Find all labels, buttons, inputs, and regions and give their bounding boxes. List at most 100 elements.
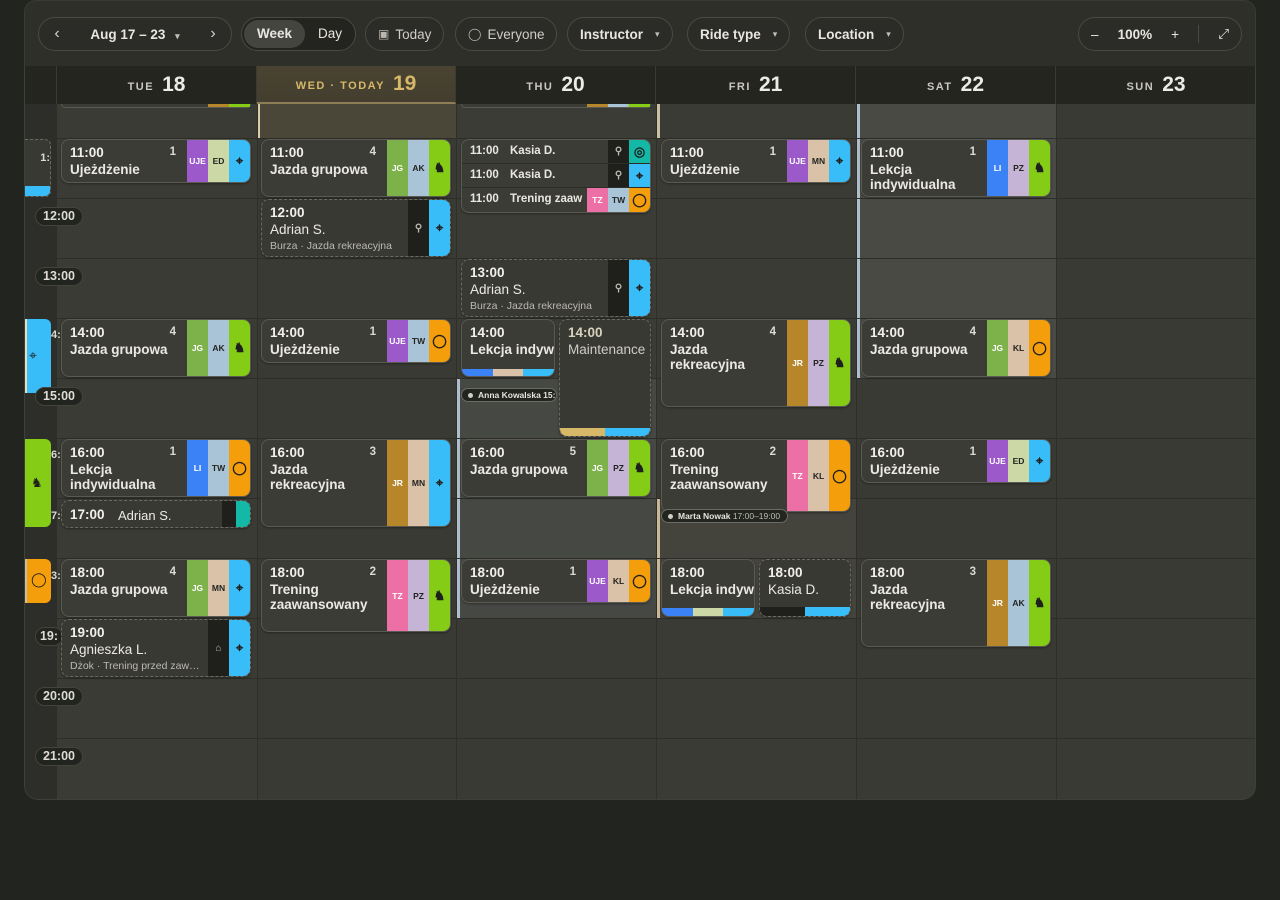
ride-color-bar — [208, 104, 250, 107]
day-header-thu[interactable]: THU 20 — [456, 66, 656, 104]
event-card[interactable]: 16:00 5 Jazda grupowa JG PZ ♞ — [461, 439, 651, 497]
ride-type-filter[interactable]: Ride type ▾ — [687, 17, 791, 51]
event-subtitle: Dżok · Trening przed zaw… — [70, 660, 200, 672]
event-card[interactable]: 16:00 3 Jazda rekreacyjna JR MN ⌖ — [261, 439, 451, 527]
event-card[interactable]: 17:00 Adrian S. — [61, 500, 251, 528]
event-card[interactable]: 16:00 1 Ujeżdżenie UJE ED ⌖ — [861, 439, 1051, 483]
ride-type-tag: LI — [187, 440, 208, 496]
day-header-sun[interactable]: SUN 23 — [1056, 66, 1255, 104]
event-title: Agnieszka L. — [70, 642, 148, 657]
rider-time-range: 17:00–19:00 — [732, 511, 781, 521]
target-icon: ◎ — [633, 143, 646, 159]
time-label-1900: 19: — [35, 627, 63, 646]
event-card[interactable]: 16:00 1 Lekcja indywidualna LI TW ◯ — [61, 439, 251, 497]
location-pin-icon: ⌖ — [635, 167, 644, 183]
stacked-event-row[interactable]: 11:00 Kasia D. ⚲ ◎ — [462, 140, 650, 164]
event-title: Ujeżdżenie — [270, 342, 340, 357]
stacked-event-row[interactable]: 11:00 Kasia D. ⚲ ⌖ — [462, 164, 650, 188]
instructor-tag: TW — [408, 320, 429, 362]
event-card[interactable]: 18:00 4 Jazda grupowa JG MN ⌖ — [61, 559, 251, 617]
chevron-left-icon[interactable]: ‹ — [39, 25, 75, 43]
expand-icon[interactable]: ⤢ — [1218, 26, 1229, 42]
participant-count: 2 — [769, 446, 776, 458]
event-card[interactable]: 13:00 Adrian S. Burza · Jazda rekreacyjn… — [461, 259, 651, 317]
event-time: 14:00 — [470, 325, 505, 340]
circle-icon: ◯ — [432, 333, 447, 348]
event-card[interactable]: 14:00 1 Ujeżdżenie UJE TW ◯ — [261, 319, 451, 363]
event-card-partial[interactable]: ⌖ — [25, 319, 51, 393]
participant-count: 4 — [169, 566, 176, 578]
event-card-partial[interactable]: ♞ — [25, 439, 51, 527]
view-day-button[interactable]: Day — [305, 20, 355, 48]
event-card[interactable]: 11:00 1 Ujeżdżenie UJE ED ⌖ — [61, 139, 251, 183]
participant-count: 4 — [369, 146, 376, 158]
event-stack[interactable]: 11:00 Kasia D. ⚲ ◎ 11:00 Kasia D. ⚲ ⌖ 11:00 Tre… — [461, 139, 651, 213]
event-title: Kasia D. — [510, 169, 556, 181]
event-title: Ujeżdżenie — [470, 582, 540, 597]
day-header-tue[interactable]: TUE 18 — [57, 66, 257, 104]
location-filter[interactable]: Location ▾ — [805, 17, 904, 51]
ride-type-tag: JG — [987, 320, 1008, 376]
instructor-filter[interactable]: Instructor ▾ — [567, 17, 673, 51]
event-time: 16:00 — [270, 445, 305, 460]
rider-availability-pill[interactable]: Anna Kowalska 15: — [461, 388, 557, 402]
ride-type-tag: TZ — [787, 440, 808, 511]
ride-type-tag: UJE — [187, 140, 208, 182]
today-label: Today — [395, 26, 432, 42]
day-header-wed-today[interactable]: WED · TODAY 19 — [257, 66, 456, 104]
divider — [1198, 25, 1200, 43]
ride-color-bar — [462, 369, 554, 376]
ride-type-label: Ride type — [700, 26, 761, 42]
event-card-partial[interactable]: ◯ — [25, 559, 51, 603]
today-button[interactable]: ▣ Today — [365, 17, 445, 51]
day-header-fri[interactable]: FRI 21 — [656, 66, 856, 104]
event-card[interactable]: 11:00 1 Lekcja indywidualna LI PZ ♞ — [861, 139, 1051, 197]
event-card[interactable]: 18:00 Kasia D. — [759, 559, 851, 617]
event-time: 14:00 — [870, 325, 905, 340]
event-card[interactable]: 18:00 1 Ujeżdżenie UJE KL ◯ — [461, 559, 651, 603]
event-subtitle: Burza · Jazda rekreacyjna — [270, 240, 392, 252]
event-card-partial[interactable] — [61, 104, 251, 108]
day-header-sat[interactable]: SAT 22 — [856, 66, 1056, 104]
event-time: 18:00 — [70, 565, 105, 580]
event-card[interactable]: 12:00 Adrian S. Burza · Jazda rekreacyjn… — [261, 199, 451, 257]
event-card-partial[interactable] — [461, 104, 651, 108]
view-week-button[interactable]: Week — [244, 20, 306, 48]
stacked-event-row[interactable]: 11:00 Trening zaaw TZ TW ◯ — [462, 188, 650, 212]
instructor-tag: MN — [208, 560, 229, 616]
day-number: 19 — [392, 72, 417, 95]
event-card[interactable]: 16:00 2 Trening zaawansowany TZ KL ◯ — [661, 439, 851, 512]
zoom-out-button[interactable]: – — [1091, 27, 1099, 42]
date-range-picker[interactable]: Aug 17 – 23 ▾ — [75, 27, 195, 42]
participant-count: 1 — [569, 566, 576, 578]
person-icon: ⚲ — [608, 140, 629, 163]
hour-line — [25, 738, 1255, 739]
participant-count: 1 — [169, 446, 176, 458]
event-card[interactable]: 18:00 Lekcja indywidualn — [661, 559, 755, 617]
participant-count: 4 — [769, 326, 776, 338]
location-pin-icon: ⌖ — [1035, 453, 1044, 468]
event-card[interactable]: 14:00 4 Jazda rekreacyjna JR PZ ♞ — [661, 319, 851, 407]
event-card[interactable]: 11:00 4 Jazda grupowa JG AK ♞ — [261, 139, 451, 197]
maintenance-block[interactable]: 14:00 Maintenance — [559, 319, 651, 437]
zoom-in-button[interactable]: + — [1171, 27, 1179, 42]
partial-time: 6: — [51, 449, 61, 461]
event-card[interactable]: 11:00 1 Ujeżdżenie UJE MN ⌖ — [661, 139, 851, 183]
event-card[interactable]: 18:00 2 Trening zaawansowany TZ PZ ♞ — [261, 559, 451, 632]
event-card[interactable]: 14:00 4 Jazda grupowa JG KL ◯ — [861, 319, 1051, 377]
event-card-partial[interactable]: 1: — [25, 139, 51, 197]
event-card[interactable]: 19:00 Agnieszka L. Dżok · Trening przed … — [61, 619, 251, 677]
event-card[interactable]: 14:00 4 Jazda grupowa JG AK ♞ — [61, 319, 251, 377]
event-card[interactable]: 18:00 3 Jazda rekreacyjna JR AK ♞ — [861, 559, 1051, 647]
chevron-right-icon[interactable]: › — [195, 25, 231, 43]
event-card[interactable]: 14:00 Lekcja indywidualn — [461, 319, 555, 377]
everyone-filter[interactable]: ◯ Everyone — [455, 17, 558, 51]
day-of-week: SAT — [926, 81, 953, 93]
instructor-tag: KL — [808, 440, 829, 511]
day-number: 22 — [960, 73, 985, 96]
ride-type-tag: TZ — [387, 560, 408, 631]
event-time: 11:00 — [670, 145, 704, 160]
view-switcher: Week Day — [241, 17, 356, 51]
rider-availability-pill[interactable]: Marta Nowak 17:00–19:00 — [661, 509, 789, 523]
chevron-down-icon: ▾ — [886, 28, 891, 39]
